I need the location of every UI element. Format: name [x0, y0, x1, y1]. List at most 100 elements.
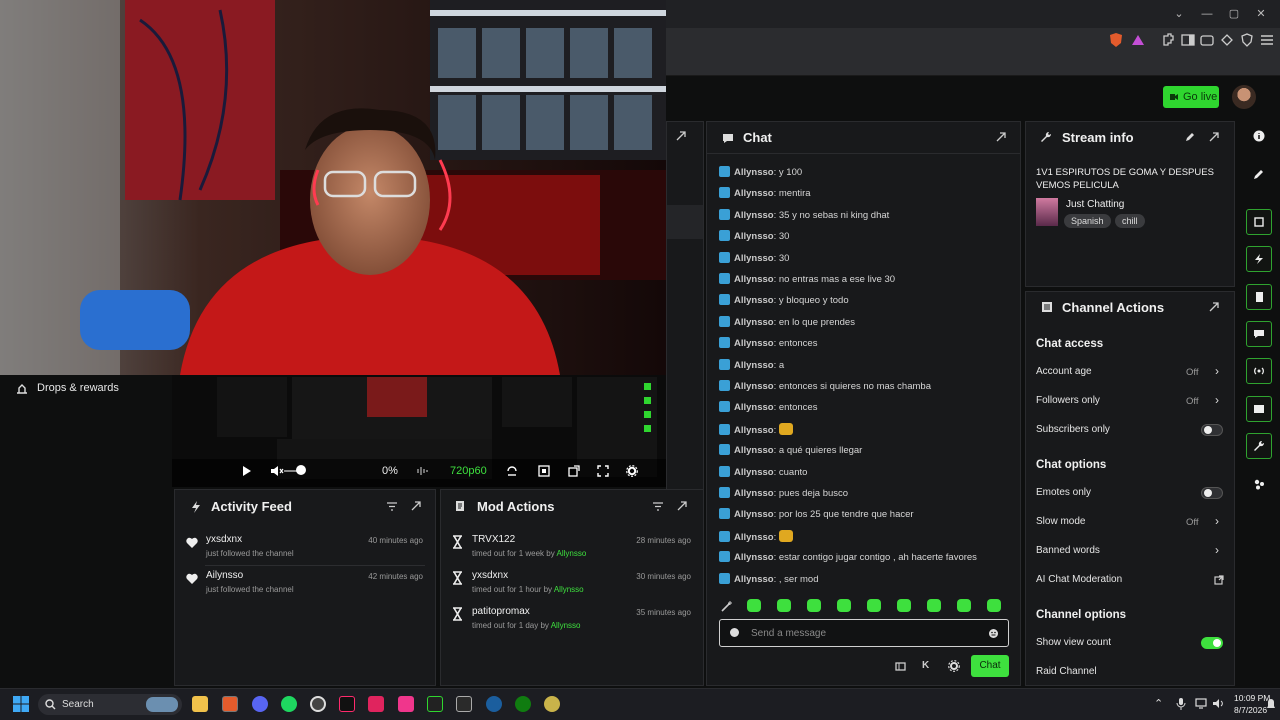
account-age-row[interactable]: Account age Off ›	[1026, 362, 1234, 382]
list-item[interactable]: TRVX122 timed out for 1 week by Allynsso…	[441, 530, 703, 562]
rail-button-focus[interactable]	[1246, 209, 1272, 235]
settings-gear-icon[interactable]	[626, 465, 638, 477]
tiktok-icon[interactable]	[339, 696, 355, 712]
chat-message[interactable]: Allynsso: mentira	[719, 187, 811, 199]
rail-button-mod-log[interactable]	[1246, 284, 1272, 310]
add-widget-icon[interactable]	[1253, 478, 1265, 490]
close-window-button[interactable]: ✕	[1252, 6, 1270, 22]
chat-username[interactable]: Allynsso	[734, 574, 774, 585]
emote-icon[interactable]	[807, 599, 821, 612]
layout-icon[interactable]	[895, 661, 906, 672]
chat-username[interactable]: Allynsso	[734, 402, 774, 413]
list-item[interactable]: Ailynsso just followed the channel 42 mi…	[175, 566, 435, 598]
sidebar-toggle-icon[interactable]	[1180, 32, 1196, 48]
chat-message[interactable]: Allynsso: entonces	[719, 337, 817, 349]
chat-input-box[interactable]: Send a message	[719, 619, 1009, 647]
quality-label[interactable]: 720p60	[450, 465, 487, 477]
network-icon[interactable]	[1195, 698, 1207, 709]
file-explorer-icon[interactable]	[192, 696, 208, 712]
go-live-button[interactable]: Go live	[1163, 86, 1219, 108]
microphone-icon[interactable]	[1176, 698, 1186, 710]
app-icon-yellow[interactable]	[544, 696, 560, 712]
notification-bell-icon[interactable]	[1266, 698, 1276, 710]
emote-icon[interactable]	[927, 599, 941, 612]
epic-games-icon[interactable]	[456, 696, 472, 712]
chat-username[interactable]: Allynsso	[734, 167, 774, 178]
list-item[interactable]: yxsdxnx timed out for 1 hour by Allynsso…	[441, 566, 703, 598]
subscribers-only-toggle[interactable]	[1201, 424, 1223, 436]
filter-icon[interactable]	[653, 502, 663, 511]
taskbar-search-box[interactable]: Search	[38, 694, 182, 715]
ai-moderation-row[interactable]: AI Chat Moderation	[1026, 570, 1234, 590]
popout-icon[interactable]	[568, 465, 580, 477]
mute-icon[interactable]	[270, 465, 284, 477]
chat-message[interactable]: Allynsso: a	[719, 358, 784, 371]
stream-tag[interactable]: Spanish	[1064, 214, 1111, 228]
chat-message[interactable]: Allynsso: y bloqueo y todo	[719, 294, 849, 306]
tab-list-chevron-icon[interactable]: ⌄	[1170, 6, 1188, 22]
chat-username[interactable]: Allynsso	[734, 274, 774, 285]
vpn-shield-icon[interactable]	[1239, 32, 1255, 48]
rail-button-channel-actions[interactable]	[1246, 396, 1272, 422]
avatar[interactable]	[1232, 85, 1256, 109]
chat-message[interactable]: Allynsso: entonces si quieres no mas cha…	[719, 380, 931, 392]
chat-message[interactable]: Allynsso: y 100	[719, 166, 802, 178]
theatre-icon[interactable]	[538, 465, 550, 477]
edit-pencil-icon[interactable]	[1253, 168, 1265, 180]
hamburger-menu-icon[interactable]	[1259, 32, 1275, 48]
emote-icon[interactable]	[747, 599, 761, 612]
play-icon[interactable]	[242, 465, 252, 477]
fullscreen-icon[interactable]	[597, 465, 609, 477]
chat-message[interactable]: Allynsso: entonces	[719, 401, 817, 413]
chat-message[interactable]: Allynsso: 30	[719, 251, 789, 264]
list-item[interactable]: patitopromax timed out for 1 day by Ally…	[441, 602, 703, 634]
chat-message[interactable]: Allynsso: por los 25 que tendre que hace…	[719, 508, 914, 520]
app-icon-green[interactable]	[427, 696, 443, 712]
xbox-icon[interactable]	[515, 696, 531, 712]
chevron-up-icon[interactable]: ⌃	[1154, 697, 1163, 710]
chat-message[interactable]: Allynsso: no entras mas a ese live 30	[719, 273, 895, 285]
chat-username[interactable]: Allynsso	[734, 425, 774, 436]
chat-username[interactable]: Allynsso	[734, 188, 774, 199]
popout-icon[interactable]	[676, 131, 686, 141]
raid-channel-row[interactable]: Raid Channel	[1026, 662, 1234, 682]
volume-icon[interactable]	[1212, 698, 1224, 709]
obs-icon[interactable]	[310, 696, 326, 712]
spotify-icon[interactable]	[281, 696, 297, 712]
chat-send-button[interactable]: Chat	[971, 655, 1009, 677]
wallet-icon[interactable]	[1199, 32, 1215, 48]
emote-icon[interactable]	[957, 599, 971, 612]
chat-message[interactable]: Allynsso: 35 y no sebas ni king dhat	[719, 208, 889, 221]
chat-username[interactable]: Allynsso	[734, 338, 774, 349]
volume-knob[interactable]	[296, 465, 306, 475]
emote-icon[interactable]	[897, 599, 911, 612]
wand-icon[interactable]	[721, 600, 733, 612]
category-name[interactable]: Just Chatting	[1066, 199, 1124, 210]
chat-message[interactable]: Allynsso: 30	[719, 230, 789, 242]
app-icon-pink[interactable]	[398, 696, 414, 712]
emote-icon[interactable]	[837, 599, 851, 612]
settings-gear-icon[interactable]	[948, 660, 960, 672]
chat-username[interactable]: Allynsso	[734, 509, 774, 520]
restore-button[interactable]: ▢	[1225, 6, 1243, 22]
rail-button-broadcast[interactable]	[1246, 358, 1272, 384]
popout-icon[interactable]	[411, 501, 421, 511]
popout-icon[interactable]	[677, 501, 687, 511]
stream-preview-player[interactable]: 0% 720p60	[172, 375, 666, 487]
steam-icon[interactable]	[486, 696, 502, 712]
clock-date[interactable]: 8/7/2026	[1234, 705, 1267, 715]
rail-button-activity[interactable]	[1246, 246, 1272, 272]
chat-username[interactable]: Allynsso	[734, 467, 774, 478]
chat-username[interactable]: Allynsso	[734, 445, 774, 456]
slow-mode-row[interactable]: Slow mode Off ›	[1026, 512, 1234, 532]
brave-shield-icon[interactable]	[1108, 32, 1124, 48]
discord-icon[interactable]	[252, 696, 268, 712]
banned-words-row[interactable]: Banned words ›	[1026, 541, 1234, 561]
list-item[interactable]: yxsdxnx just followed the channel 40 min…	[175, 530, 435, 562]
rail-button-chat[interactable]	[1246, 321, 1272, 347]
emoji-icon[interactable]	[988, 628, 999, 639]
rail-button-stream-info[interactable]	[1246, 433, 1272, 459]
chat-message[interactable]: Allynsso: pues deja busco	[719, 487, 848, 499]
rewards-triangle-icon[interactable]	[1130, 32, 1146, 48]
popout-icon[interactable]	[996, 132, 1006, 142]
